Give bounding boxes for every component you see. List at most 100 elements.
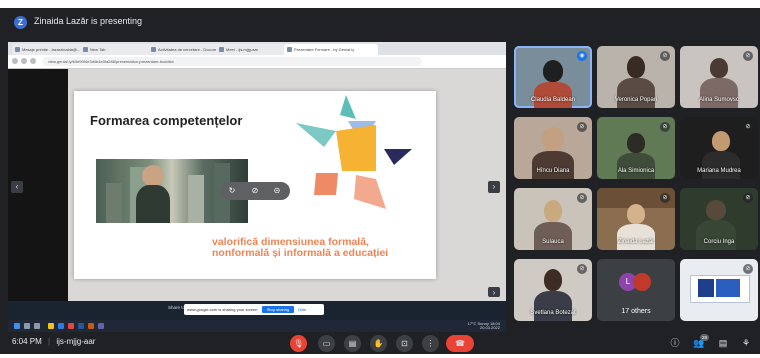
- activities-button[interactable]: ⚘: [740, 337, 752, 349]
- participant-tile[interactable]: ⊘ Sulauca: [514, 188, 592, 250]
- clock: 6:04 PM: [12, 337, 42, 346]
- favicon-icon: [219, 47, 224, 52]
- powerpoint-icon[interactable]: [88, 323, 94, 329]
- geometric-shapes-graphic: [296, 95, 412, 209]
- slide: Formarea competențelor ↻ ⊘ ⊝ valorifică …: [74, 91, 436, 279]
- screen-share-banner: www.google.com is sharing your screen St…: [184, 304, 324, 315]
- rotate-icon[interactable]: ↻: [226, 185, 238, 197]
- participant-tile[interactable]: ⊘ Hîncu Diana: [514, 117, 592, 179]
- fullscreen-icon[interactable]: ›: [488, 287, 500, 297]
- search-icon[interactable]: [24, 323, 30, 329]
- browser-tab-bar: Mesaje primite - lazarzinaida@... New Ta…: [8, 42, 506, 55]
- mic-off-icon: ⊘: [660, 193, 670, 203]
- captions-icon: ▤: [348, 339, 357, 348]
- favicon-icon: [151, 47, 156, 52]
- participant-name: Zinaida Lazăr: [617, 239, 655, 245]
- end-call-button[interactable]: ☎: [446, 335, 474, 352]
- browser-tab[interactable]: Activitatea de cercetare - Docum...: [148, 44, 222, 55]
- others-tile[interactable]: L 17 others: [597, 259, 675, 321]
- forward-icon[interactable]: [21, 58, 27, 64]
- mic-off-icon: ⊘: [660, 122, 670, 132]
- explorer-icon[interactable]: [48, 323, 54, 329]
- participant-tile[interactable]: ⊘ Zinaida Lazăr: [597, 188, 675, 250]
- mic-off-icon: ⊘: [577, 264, 587, 274]
- participant-name: Svetlana Botezat: [530, 310, 576, 316]
- speaking-indicator-icon: ◉: [577, 51, 587, 61]
- more-icon[interactable]: ⊝: [271, 185, 283, 197]
- share-banner-text: www.google.com is sharing your screen: [187, 307, 258, 312]
- stop-sharing-button[interactable]: Stop sharing: [262, 306, 294, 313]
- next-slide-icon[interactable]: ›: [488, 181, 500, 193]
- start-icon[interactable]: [14, 323, 20, 329]
- participant-tile[interactable]: ⊘ Veronica Popari: [597, 46, 675, 108]
- browser-address-bar: view.genial.ly/6/bf90f4e3d4b4e0fa288/pre…: [8, 55, 506, 69]
- meeting-info: 6:04 PM | ijs-mjjg-aar: [12, 337, 96, 346]
- mic-off-icon: ⊘: [743, 264, 753, 274]
- screen-share-strip: Share to www.google.com is sharing your …: [8, 301, 506, 320]
- participant-name: Sulauca: [542, 239, 564, 245]
- mic-off-icon: ⊘: [743, 122, 753, 132]
- browser-tab[interactable]: Mesaje primite - lazarzinaida@...: [12, 44, 86, 55]
- info-icon: ⓘ: [670, 338, 680, 348]
- mic-toggle-button[interactable]: 🎙: [290, 335, 307, 352]
- slide-body-text: valorifică dimensiunea formală, nonforma…: [212, 236, 389, 259]
- share-label: Share to: [168, 305, 186, 310]
- phone-hangup-icon: ☎: [455, 339, 465, 348]
- activities-icon: ⚘: [741, 338, 751, 348]
- meeting-code: ijs-mjjg-aar: [56, 337, 96, 346]
- mic-off-icon: ⊘: [660, 51, 670, 61]
- participant-count-badge: 29: [699, 334, 709, 341]
- edge-icon[interactable]: [58, 323, 64, 329]
- mic-off-icon: ⊘: [577, 193, 587, 203]
- browser-tab-active[interactable]: Prezentare Formare - by Genial.ly: [284, 44, 378, 55]
- participant-tile[interactable]: ⊘: [680, 259, 758, 321]
- browser-tab[interactable]: Meet - ijs-mjjg-aar: [216, 44, 290, 55]
- hide-button[interactable]: Hide: [298, 306, 306, 313]
- mute-icon[interactable]: ⊘: [249, 185, 261, 197]
- participant-name: Corciu Inga: [703, 239, 735, 245]
- system-tray: 17°C Sunny 18:04 20.03.2022: [467, 321, 500, 330]
- slide-title: Formarea competențelor: [90, 113, 243, 128]
- captions-button[interactable]: ▤: [344, 335, 361, 352]
- chat-button[interactable]: ▤: [717, 337, 729, 349]
- people-button[interactable]: 👥 29: [693, 334, 709, 349]
- favicon-icon: [287, 47, 292, 52]
- participant-tile[interactable]: ⊘ Alina Sumovsc: [680, 46, 758, 108]
- hand-icon: ✋: [373, 339, 384, 348]
- reload-icon[interactable]: [30, 58, 36, 64]
- present-button[interactable]: ⊡: [396, 335, 413, 352]
- favicon-icon: [83, 47, 88, 52]
- participant-name: Claudia Baldean: [530, 97, 576, 103]
- mic-off-icon: ⊘: [743, 51, 753, 61]
- more-options-button[interactable]: ⋮: [422, 335, 439, 352]
- presenter-label: Zinaida Lazăr is presenting: [34, 16, 143, 26]
- presenter-avatar: Z: [14, 16, 27, 29]
- meeting-details-button[interactable]: ⓘ: [669, 337, 681, 349]
- browser-tab[interactable]: New Tab: [80, 44, 154, 55]
- camera-toggle-button[interactable]: ▭: [318, 335, 335, 352]
- chrome-icon[interactable]: [68, 323, 74, 329]
- participant-tile[interactable]: ⊘ Corciu Inga: [680, 188, 758, 250]
- presenter-bar: Z Zinaida Lazăr is presenting: [0, 8, 760, 36]
- task-view-icon[interactable]: [34, 323, 40, 329]
- participant-tile[interactable]: ◉ Claudia Baldean: [514, 46, 592, 108]
- back-icon[interactable]: [12, 58, 18, 64]
- participant-name: Veronica Popari: [614, 97, 658, 103]
- windows-taskbar: 17°C Sunny 18:04 20.03.2022: [8, 320, 506, 332]
- participant-tile[interactable]: ⊘ Svetlana Botezat: [514, 259, 592, 321]
- participant-name: Alina Sumovsc: [699, 97, 739, 103]
- participant-tile[interactable]: ⊘ Mariana Mudrea: [680, 117, 758, 179]
- prev-slide-icon[interactable]: ‹: [11, 181, 23, 193]
- photo-controls: ↻ ⊘ ⊝: [220, 182, 290, 200]
- word-icon[interactable]: [78, 323, 84, 329]
- others-count: 17 others: [621, 308, 651, 315]
- participant-tile[interactable]: ⊘ Ala Simionica: [597, 117, 675, 179]
- meeting-controls-bar: 6:04 PM | ijs-mjjg-aar 🎙 ▭ ▤ ✋ ⊡ ⋮ ☎ ⓘ 👥: [0, 332, 760, 354]
- others-avatars: L: [619, 273, 653, 293]
- url-field[interactable]: view.genial.ly/6/bf90f4e3d4b4e0fa288/pre…: [42, 57, 422, 66]
- teams-icon[interactable]: [98, 323, 104, 329]
- more-vert-icon: ⋮: [426, 339, 435, 348]
- presentation-stage: ‹ › › Formarea competențelor ↻ ⊘ ⊝ valor…: [8, 69, 506, 301]
- favicon-icon: [15, 47, 20, 52]
- raise-hand-button[interactable]: ✋: [370, 335, 387, 352]
